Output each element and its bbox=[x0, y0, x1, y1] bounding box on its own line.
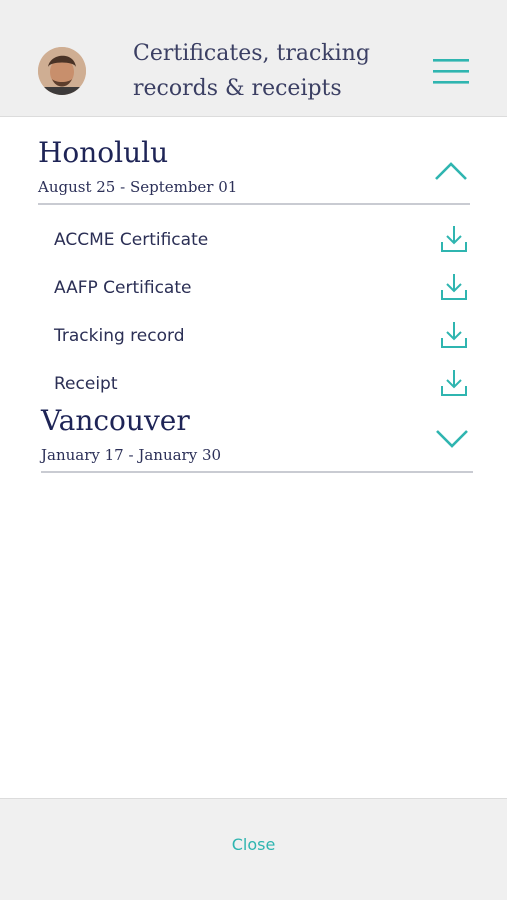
list-item-receipt[interactable]: Receipt bbox=[54, 366, 472, 404]
footer-bar: Close bbox=[0, 798, 507, 900]
section-title-vancouver: Vancouver bbox=[41, 404, 190, 437]
section-divider bbox=[41, 471, 473, 473]
avatar-image bbox=[38, 47, 86, 95]
page-title-line-1: Certificates, tracking bbox=[133, 41, 370, 66]
chevron-down-icon[interactable] bbox=[434, 428, 470, 450]
list-item-label: Tracking record bbox=[54, 326, 185, 346]
list-item-label: Receipt bbox=[54, 374, 118, 394]
download-icon[interactable] bbox=[440, 320, 468, 350]
section-divider bbox=[38, 203, 470, 205]
download-icon[interactable] bbox=[440, 224, 468, 254]
close-button[interactable]: Close bbox=[0, 835, 507, 854]
list-item-label: AAFP Certificate bbox=[54, 278, 192, 298]
list-item-aafp-certificate[interactable]: AAFP Certificate bbox=[54, 270, 472, 308]
app-header: Certificates, tracking records & receipt… bbox=[0, 0, 507, 117]
chevron-up-icon[interactable] bbox=[433, 160, 469, 182]
list-item-tracking-record[interactable]: Tracking record bbox=[54, 318, 472, 356]
page-title: Certificates, tracking records & receipt… bbox=[133, 36, 413, 106]
hamburger-menu-icon[interactable] bbox=[432, 56, 470, 86]
download-icon[interactable] bbox=[440, 368, 468, 398]
user-avatar[interactable] bbox=[38, 47, 86, 95]
list-item-label: ACCME Certificate bbox=[54, 230, 209, 250]
section-title-honolulu: Honolulu bbox=[38, 136, 169, 169]
list-item-accme-certificate[interactable]: ACCME Certificate bbox=[54, 222, 472, 260]
section-dates-vancouver: January 17 - January 30 bbox=[41, 446, 222, 464]
section-dates-honolulu: August 25 - September 01 bbox=[38, 178, 238, 196]
download-icon[interactable] bbox=[440, 272, 468, 302]
page-title-line-2: records & receipts bbox=[133, 76, 342, 101]
